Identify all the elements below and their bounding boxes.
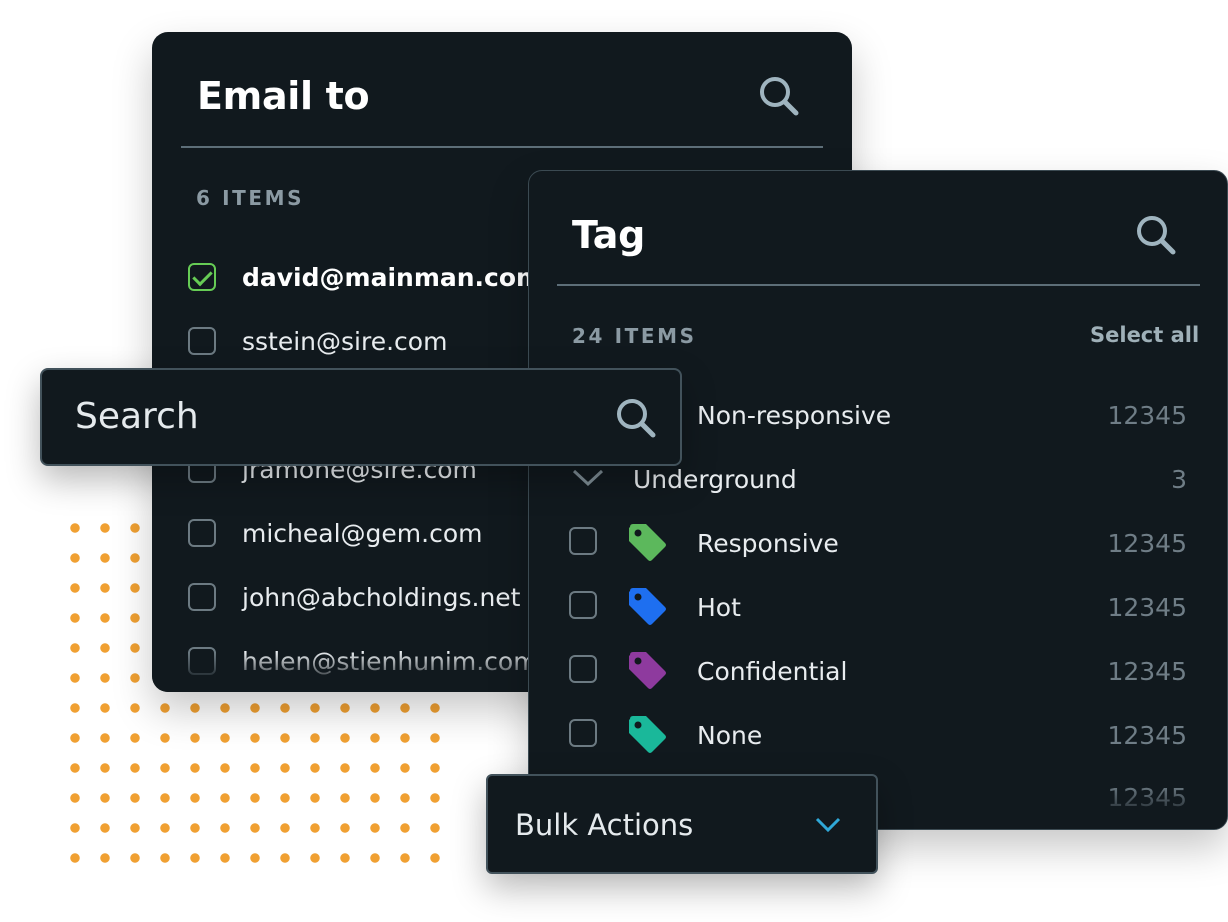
tag-icon-teal [629,716,666,753]
checkbox[interactable] [188,519,216,547]
divider [181,146,823,148]
checkbox[interactable] [569,719,597,747]
email-list-item[interactable]: john@abcholdings.net [188,577,520,617]
checkbox[interactable] [569,527,597,555]
divider [557,284,1200,286]
checkbox[interactable] [569,655,597,683]
tag-label[interactable]: Non-responsive [697,401,891,430]
search-placeholder: Search [75,396,199,437]
tag-items-count: 24 ITEMS [572,324,697,348]
tag-group-label[interactable]: Underground [633,465,797,494]
tag-count: 12345 [1107,401,1187,430]
email-address: micheal@gem.com [242,518,483,548]
tag-icon-green [629,524,666,561]
tag-count: 12345 [1107,593,1187,622]
select-all-link[interactable]: Select all [1090,323,1199,347]
search-icon[interactable] [1134,213,1178,257]
email-items-count: 6 ITEMS [196,186,305,210]
checkbox[interactable] [188,583,216,611]
chevron-down-icon[interactable] [814,816,842,838]
bulk-actions-label: Bulk Actions [515,808,694,842]
chevron-down-icon[interactable] [571,467,605,493]
tag-label[interactable]: None [697,721,762,750]
search-icon[interactable] [614,396,658,444]
tag-count: 12345 [1107,657,1187,686]
tag-panel-title: Tag [572,213,645,257]
email-address: david@mainman.com [242,262,543,292]
checkbox[interactable] [188,327,216,355]
tag-icon-purple [629,652,666,689]
checkbox-checked[interactable] [188,263,216,291]
search-icon[interactable] [757,74,801,118]
email-list-item[interactable]: david@mainman.com [188,257,542,297]
tag-label[interactable]: Confidential [697,657,847,686]
tag-icon-blue [629,588,666,625]
email-list-item[interactable]: micheal@gem.com [188,513,482,553]
checkbox[interactable] [569,591,597,619]
tag-label[interactable]: Hot [697,593,741,622]
email-list-item[interactable]: sstein@sire.com [188,321,447,361]
search-input[interactable]: Search [40,368,682,466]
tag-panel: Tag 24 ITEMS Select all Non-responsive 1… [528,170,1228,830]
tag-count: 12345 [1107,529,1187,558]
tag-count: 3 [1171,465,1187,494]
email-address: john@abcholdings.net [242,582,521,612]
tag-label[interactable]: Responsive [697,529,839,558]
bulk-actions-dropdown[interactable]: Bulk Actions [486,774,878,874]
email-address: sstein@sire.com [242,326,448,356]
tag-count: 12345 [1107,721,1187,750]
email-panel-title: Email to [197,74,370,118]
